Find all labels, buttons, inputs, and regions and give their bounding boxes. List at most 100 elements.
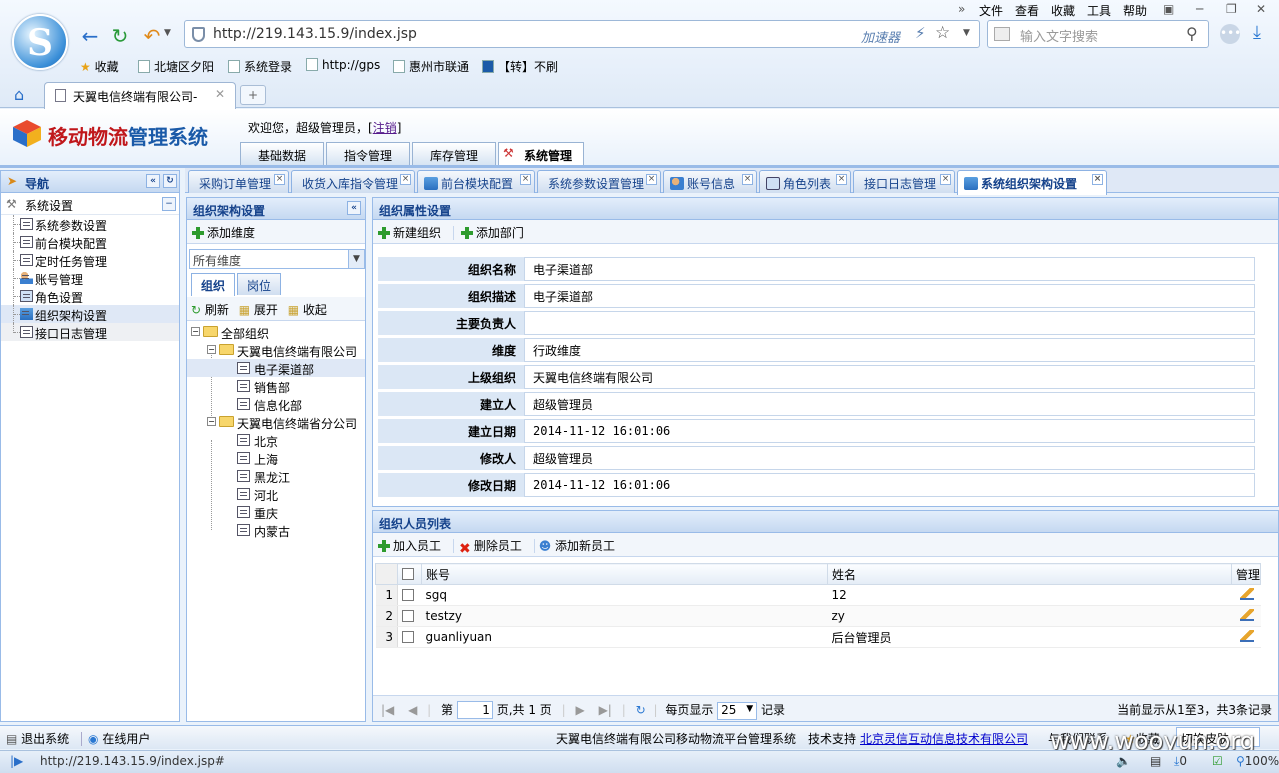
tree-node-root[interactable]: − 全部组织: [187, 323, 365, 341]
fav-login[interactable]: 系统登录: [228, 58, 292, 75]
download-manager-icon[interactable]: ▤: [1150, 754, 1161, 768]
attr-value[interactable]: 2014-11-12 16:01:06: [524, 473, 1255, 497]
sidebar-toggle-icon[interactable]: |▶: [10, 754, 23, 768]
close-icon[interactable]: ✕: [1256, 2, 1266, 16]
module-tab-system[interactable]: ⚒ 系统管理: [498, 142, 584, 165]
fav-zhuan[interactable]: 【转】不刷: [482, 58, 558, 75]
menu-expand-icon[interactable]: »: [958, 2, 965, 16]
nav-item-logs[interactable]: 接口日志管理: [1, 323, 179, 341]
table-row[interactable]: 2 testzy zy: [375, 605, 1261, 627]
menu-tools[interactable]: 工具: [1087, 2, 1111, 19]
browser-tab[interactable]: 天翼电信终端有限公司- ✕: [44, 82, 236, 109]
collapse-node-icon[interactable]: −: [207, 345, 216, 354]
first-page-icon[interactable]: |◀: [381, 703, 394, 717]
nav-item-roles[interactable]: 角色设置: [1, 287, 179, 305]
tree-node-chongqing[interactable]: 重庆: [187, 503, 365, 521]
fav-gps[interactable]: http://gps: [306, 58, 380, 72]
logout-system-button[interactable]: ▤ 退出系统: [6, 732, 69, 746]
minimize-icon[interactable]: ─: [1196, 2, 1203, 16]
tab-close-icon[interactable]: ×: [1092, 174, 1103, 185]
undo-icon[interactable]: ↶: [140, 24, 164, 48]
tech-support-link[interactable]: 北京灵信互动信息技术有限公司: [860, 730, 1028, 747]
edit-icon[interactable]: [1239, 587, 1254, 600]
zoom-level[interactable]: ⚲100%: [1236, 754, 1279, 768]
module-tab-inventory[interactable]: 库存管理: [412, 142, 496, 165]
row-checkbox[interactable]: [402, 589, 414, 601]
row-checkbox[interactable]: [402, 610, 414, 622]
tab-frontend-config[interactable]: 前台模块配置 ×: [417, 170, 535, 193]
subtab-position[interactable]: 岗位: [237, 273, 281, 295]
new-employee-button[interactable]: ☻ 添加新员工: [533, 539, 616, 553]
tree-node-hebei[interactable]: 河北: [187, 485, 365, 503]
menu-favorites[interactable]: 收藏: [1051, 2, 1075, 19]
tab-close-icon[interactable]: ×: [520, 174, 531, 185]
collapse-node-icon[interactable]: −: [207, 417, 216, 426]
logout-link[interactable]: 注销: [373, 121, 397, 135]
col-account[interactable]: 账号: [421, 563, 828, 585]
menu-help[interactable]: 帮助: [1123, 2, 1147, 19]
attr-value[interactable]: 超级管理员: [524, 392, 1255, 416]
fav-collect[interactable]: ★ 收藏: [80, 58, 119, 75]
search-input[interactable]: 输入文字搜索: [1020, 26, 1098, 45]
shirt-icon[interactable]: ▣: [1163, 2, 1174, 16]
attr-value[interactable]: 行政维度: [524, 338, 1255, 362]
refresh-nav-icon[interactable]: ↻: [163, 174, 177, 188]
tree-node-sales[interactable]: 销售部: [187, 377, 365, 395]
tab-close-icon[interactable]: ✕: [215, 87, 225, 101]
search-engine-icon[interactable]: [994, 27, 1010, 41]
dimension-select[interactable]: 所有维度 ▼: [189, 249, 365, 269]
address-bar[interactable]: http://219.143.15.9/index.jsp 加速器 ⚡ ☆ ▼: [184, 20, 980, 48]
nav-item-accounts[interactable]: 账号管理: [1, 269, 179, 287]
next-page-icon[interactable]: ▶: [576, 703, 585, 717]
prev-page-icon[interactable]: ◀: [408, 703, 417, 717]
tree-node-echannel[interactable]: 电子渠道部: [187, 359, 365, 377]
tree-node-it[interactable]: 信息化部: [187, 395, 365, 413]
subtab-org[interactable]: 组织: [191, 273, 235, 296]
table-row[interactable]: 3 guanliyuan 后台管理员: [375, 626, 1261, 648]
tab-api-logs[interactable]: 接口日志管理 ×: [853, 170, 955, 193]
tab-close-icon[interactable]: ×: [646, 174, 657, 185]
tab-close-icon[interactable]: ×: [940, 174, 951, 185]
attr-value[interactable]: [524, 311, 1255, 335]
collapse-node-icon[interactable]: −: [191, 327, 200, 336]
nav-item-org[interactable]: 组织架构设置: [1, 305, 179, 323]
lightning-icon[interactable]: ⚡: [915, 24, 926, 42]
nav-item-tasks[interactable]: 定时任务管理: [1, 251, 179, 269]
edit-icon[interactable]: [1239, 608, 1254, 621]
fav-huizhou[interactable]: 惠州市联通: [393, 58, 469, 75]
new-tab-button[interactable]: +: [240, 85, 266, 105]
expand-button[interactable]: ▦ 展开: [239, 303, 278, 317]
module-tab-command[interactable]: 指令管理: [326, 142, 410, 165]
section-collapse-icon[interactable]: −: [162, 197, 176, 211]
attr-value[interactable]: 电子渠道部: [524, 257, 1255, 281]
per-page-select[interactable]: 25 ▼: [717, 701, 758, 720]
back-arrow-icon[interactable]: ←: [78, 24, 102, 48]
refresh-icon[interactable]: ↻: [108, 24, 132, 48]
search-box[interactable]: 输入文字搜索 ⚲: [987, 20, 1209, 48]
menu-view[interactable]: 查看: [1015, 2, 1039, 19]
add-employee-button[interactable]: 加入员工: [377, 539, 441, 553]
restore-icon[interactable]: ❐: [1226, 2, 1237, 16]
security-icon[interactable]: ☑: [1212, 754, 1223, 768]
address-dropdown-icon[interactable]: ▼: [963, 28, 970, 38]
add-dimension-button[interactable]: 添加维度: [191, 226, 255, 240]
tree-node-beijing[interactable]: 北京: [187, 431, 365, 449]
select-all-checkbox[interactable]: [402, 568, 414, 580]
tree-node-company[interactable]: − 天翼电信终端有限公司: [187, 341, 365, 359]
home-icon[interactable]: ⌂: [14, 85, 24, 104]
tab-system-params[interactable]: 系统参数设置管理 ×: [537, 170, 661, 193]
attr-value[interactable]: 超级管理员: [524, 446, 1255, 470]
volume-icon[interactable]: 🔈: [1116, 754, 1131, 768]
refresh-button[interactable]: ↻ 刷新: [191, 303, 229, 317]
tab-close-icon[interactable]: ×: [742, 174, 753, 185]
edit-icon[interactable]: [1239, 629, 1254, 642]
tab-purchase-orders[interactable]: 采购订单管理 ×: [188, 170, 289, 193]
collapse-button[interactable]: ▦ 收起: [288, 303, 327, 317]
refresh-grid-icon[interactable]: ↻: [636, 703, 646, 717]
attr-value[interactable]: 天翼电信终端有限公司: [524, 365, 1255, 389]
online-users-button[interactable]: ◉ 在线用户: [81, 732, 151, 746]
tab-receiving[interactable]: 收货入库指令管理 ×: [291, 170, 415, 193]
nav-section-system[interactable]: ⚒ 系统设置 −: [1, 193, 179, 215]
tab-close-icon[interactable]: ×: [836, 174, 847, 185]
page-input[interactable]: [456, 701, 493, 719]
